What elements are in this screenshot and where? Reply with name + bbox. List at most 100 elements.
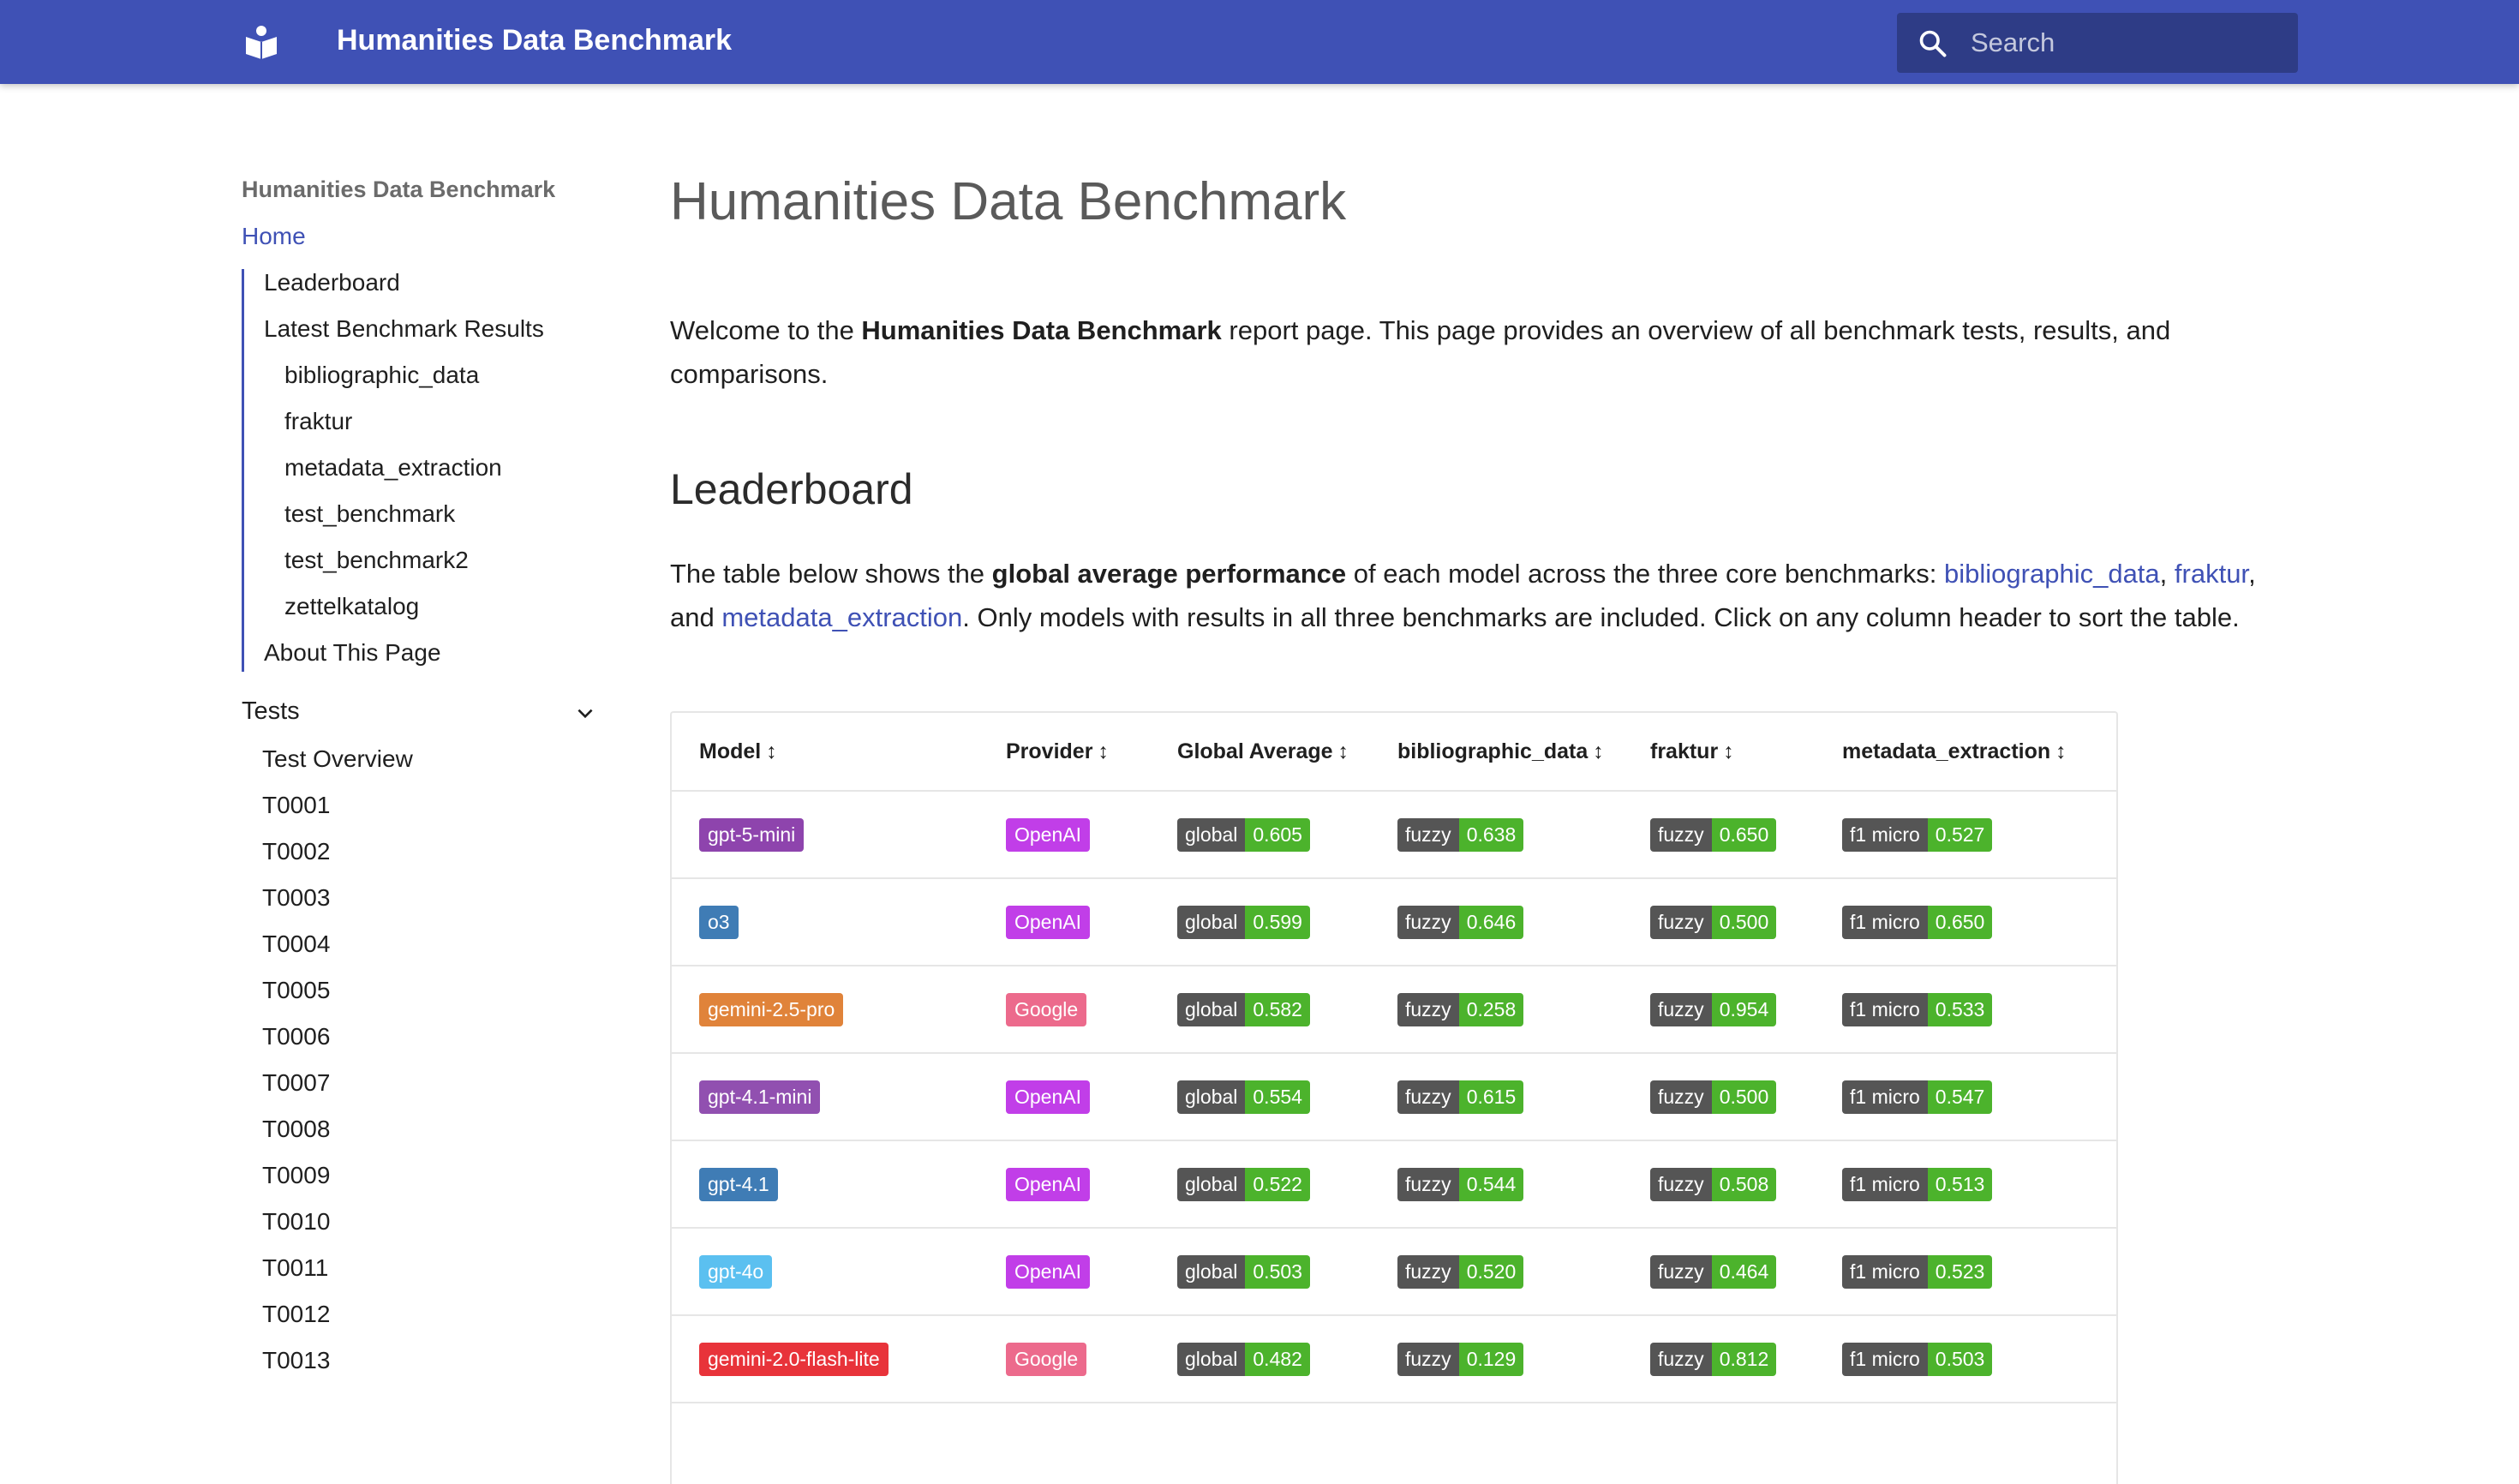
column-header-model[interactable]: Model ↕ <box>672 713 1006 792</box>
sidebar-item-bibliographic-data[interactable]: bibliographic_data <box>284 362 479 389</box>
sort-icon[interactable]: ↕ <box>766 739 777 763</box>
provider-tag: Google <box>1006 1342 1087 1376</box>
sidebar-section-tests[interactable]: Tests <box>242 697 601 732</box>
sort-icon[interactable]: ↕ <box>1338 739 1349 763</box>
model-tag: gemini-2.0-flash-lite <box>699 1342 889 1376</box>
badge-label: fuzzy <box>1650 992 1712 1026</box>
cell-provider: Google <box>1006 1315 1177 1403</box>
badge-value: 0.605 <box>1245 817 1310 852</box>
cell-bibliographic-data: fuzzy 0.646 <box>1397 878 1650 966</box>
sidebar-item-about[interactable]: About This Page <box>264 639 441 667</box>
sidebar-item-t0001[interactable]: T0001 <box>262 792 330 819</box>
score-badge-fuzzy: fuzzy 0.500 <box>1650 905 1777 939</box>
badge-label: fuzzy <box>1397 1254 1459 1289</box>
sidebar-item-t0005[interactable]: T0005 <box>262 977 330 1004</box>
model-tag: gpt-4.1-mini <box>699 1080 821 1114</box>
badge-value: 0.650 <box>1711 817 1777 852</box>
score-badge-fuzzy: fuzzy 0.812 <box>1650 1342 1777 1376</box>
cell-provider: OpenAI <box>1006 791 1177 879</box>
link-fraktur[interactable]: fraktur <box>2175 559 2248 589</box>
badge-label: global <box>1177 905 1246 939</box>
cell-fraktur: fuzzy 0.500 <box>1650 1053 1842 1141</box>
lb-sep: , <box>2159 559 2175 589</box>
sidebar-item-t0002[interactable]: T0002 <box>262 838 330 865</box>
score-badge-f1: f1 micro 0.533 <box>1842 992 1993 1026</box>
badge-label: f1 micro <box>1842 1080 1928 1114</box>
leaderboard-description: The table below shows the global average… <box>670 552 2272 639</box>
search-icon <box>1919 30 1947 57</box>
sidebar-item-test-overview[interactable]: Test Overview <box>262 745 413 773</box>
sort-icon[interactable]: ↕ <box>1723 739 1734 763</box>
table-row: gemini-2.5-pro Google global 0.582 fuzzy 0.25… <box>672 966 2116 1054</box>
search-input[interactable] <box>1971 13 2279 73</box>
column-header-fraktur[interactable]: fraktur ↕ <box>1650 713 1842 792</box>
sort-icon[interactable]: ↕ <box>1098 739 1109 763</box>
sidebar-item-t0007[interactable]: T0007 <box>262 1069 330 1097</box>
cell-global-average: global 0.554 <box>1177 1053 1397 1141</box>
badge-label: fuzzy <box>1397 1167 1459 1201</box>
search-box[interactable] <box>1897 13 2298 73</box>
cell-model: o3 <box>672 878 1006 966</box>
cell-fraktur: fuzzy 0.508 <box>1650 1140 1842 1229</box>
badge-value: 0.513 <box>1927 1167 1993 1201</box>
table-row: o3 OpenAI global 0.599 fuzzy 0.646 fuzzy 0.500 f… <box>672 878 2116 966</box>
site-title[interactable]: Humanities Data Benchmark <box>337 24 732 57</box>
badge-value: 0.812 <box>1711 1342 1777 1376</box>
sidebar-item-t0013[interactable]: T0013 <box>262 1347 330 1374</box>
column-header-metadata-extraction[interactable]: metadata_extraction ↕ <box>1842 713 2116 792</box>
link-metadata-extraction[interactable]: metadata_extraction <box>721 602 962 632</box>
cell-fraktur: fuzzy 0.500 <box>1650 878 1842 966</box>
column-label: metadata_extraction <box>1842 739 2051 763</box>
sidebar-item-t0006[interactable]: T0006 <box>262 1023 330 1050</box>
sidebar-item-test-benchmark2[interactable]: test_benchmark2 <box>284 547 469 574</box>
sort-icon[interactable]: ↕ <box>2055 739 2067 763</box>
lb-text: The table below shows the <box>670 559 992 589</box>
score-badge-fuzzy: fuzzy 0.638 <box>1397 817 1524 852</box>
score-badge-fuzzy: fuzzy 0.508 <box>1650 1167 1777 1201</box>
score-badge-fuzzy: fuzzy 0.954 <box>1650 992 1777 1026</box>
cell-fraktur: fuzzy 0.954 <box>1650 966 1842 1054</box>
badge-label: f1 micro <box>1842 1167 1928 1201</box>
sidebar-item-t0009[interactable]: T0009 <box>262 1162 330 1189</box>
badge-value: 0.523 <box>1927 1254 1993 1289</box>
score-badge-f1: f1 micro 0.527 <box>1842 817 1993 852</box>
lb-bold-text: global average performance <box>991 559 1347 589</box>
score-badge-fuzzy: fuzzy 0.646 <box>1397 905 1524 939</box>
link-bibliographic-data[interactable]: bibliographic_data <box>1944 559 2160 589</box>
column-header-provider[interactable]: Provider ↕ <box>1006 713 1177 792</box>
sidebar-item-test-benchmark[interactable]: test_benchmark <box>284 500 455 528</box>
badge-value: 0.615 <box>1458 1080 1524 1114</box>
provider-tag: Google <box>1006 992 1087 1026</box>
book-logo-icon[interactable] <box>243 25 279 59</box>
column-label: Provider <box>1006 739 1093 763</box>
sidebar-item-t0004[interactable]: T0004 <box>262 930 330 958</box>
cell-bibliographic-data: fuzzy 0.129 <box>1397 1315 1650 1403</box>
badge-label: global <box>1177 1254 1246 1289</box>
score-badge-f1: f1 micro 0.503 <box>1842 1342 1993 1376</box>
sidebar-item-home[interactable]: Home <box>242 223 306 250</box>
badge-label: fuzzy <box>1650 1254 1712 1289</box>
sidebar-item-t0011[interactable]: T0011 <box>262 1254 328 1282</box>
sidebar-item-t0010[interactable]: T0010 <box>262 1208 330 1236</box>
model-tag: gpt-4o <box>699 1254 773 1289</box>
badge-value: 0.258 <box>1458 992 1524 1026</box>
intro-paragraph: Welcome to the Humanities Data Benchmark… <box>670 308 2272 396</box>
column-header-global-average[interactable]: Global Average ↕ <box>1177 713 1397 792</box>
score-badge-fuzzy: fuzzy 0.258 <box>1397 992 1524 1026</box>
cell-global-average: global 0.605 <box>1177 791 1397 879</box>
sidebar-item-t0003[interactable]: T0003 <box>262 884 330 912</box>
cell-metadata-extraction: f1 micro 0.503 <box>1842 1315 2116 1403</box>
sidebar-item-fraktur[interactable]: fraktur <box>284 408 352 435</box>
table-row: gpt-4o OpenAI global 0.503 fuzzy 0.520 fuzzy 0.… <box>672 1228 2116 1316</box>
sidebar-item-metadata-extraction[interactable]: metadata_extraction <box>284 454 502 482</box>
sidebar-item-leaderboard[interactable]: Leaderboard <box>264 269 400 296</box>
sort-icon[interactable]: ↕ <box>1593 739 1604 763</box>
sidebar-item-zettelkatalog[interactable]: zettelkatalog <box>284 593 419 620</box>
sidebar-item-latest-results[interactable]: Latest Benchmark Results <box>264 315 544 343</box>
badge-value: 0.582 <box>1245 992 1310 1026</box>
column-header-bibliographic-data[interactable]: bibliographic_data ↕ <box>1397 713 1650 792</box>
sidebar-item-t0008[interactable]: T0008 <box>262 1116 330 1143</box>
chevron-down-icon[interactable] <box>574 703 596 725</box>
sidebar-item-t0012[interactable]: T0012 <box>262 1301 330 1328</box>
provider-tag: OpenAI <box>1006 905 1090 939</box>
